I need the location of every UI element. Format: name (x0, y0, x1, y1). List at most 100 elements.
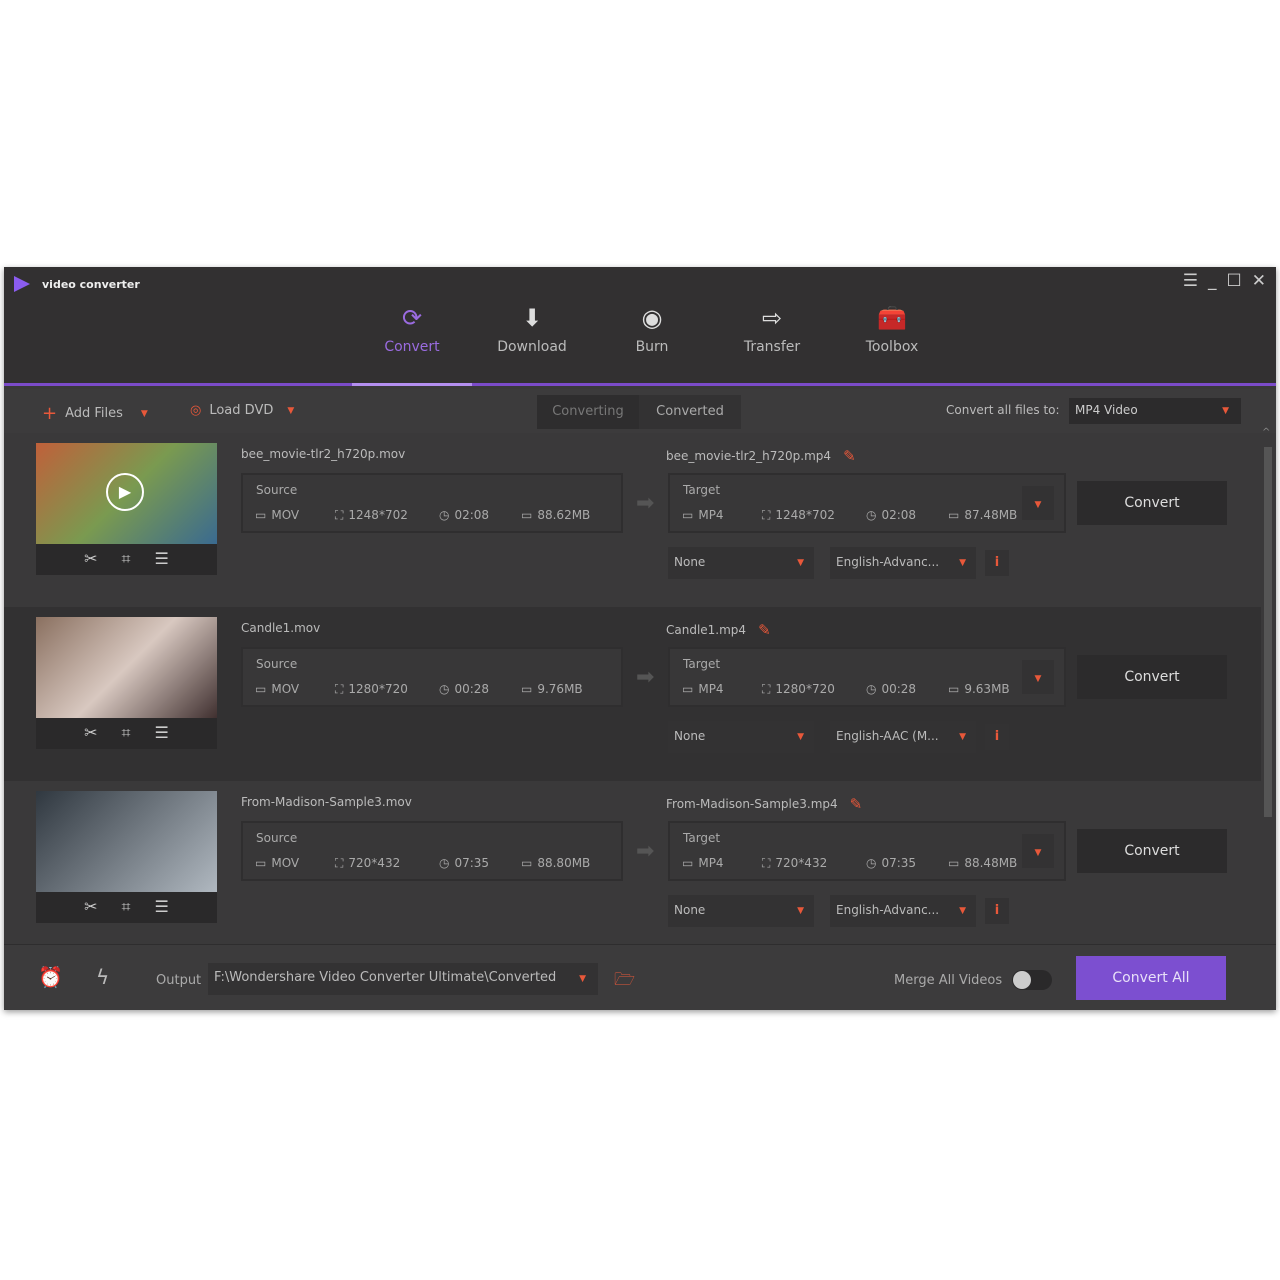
target-format: ▭ MP4 (682, 682, 762, 697)
convert-button[interactable]: Convert (1077, 829, 1227, 873)
chevron-down-icon: ▼ (797, 906, 804, 916)
crop-icon[interactable]: ⌗ (122, 549, 131, 569)
source-duration-value: 02:08 (454, 508, 490, 522)
toggle-knob (1013, 971, 1031, 989)
clock-icon: ◷ (439, 856, 450, 870)
close-button[interactable]: ✕ (1252, 271, 1266, 291)
source-size: ▭ 88.62MB (521, 508, 611, 523)
edit-name-icon[interactable]: ✎ (758, 621, 771, 639)
nav-label: Download (497, 339, 567, 355)
edit-name-icon[interactable]: ✎ (843, 447, 856, 465)
trim-icon[interactable]: ✂ (84, 549, 97, 569)
info-button[interactable]: i (985, 550, 1009, 576)
effects-icon[interactable]: ☰ (155, 897, 169, 917)
source-label: Source (256, 831, 298, 845)
load-dvd-button[interactable]: ◎ Load DVD ▼ (190, 403, 294, 418)
maximize-button[interactable]: ☐ (1227, 271, 1242, 291)
source-duration: ◷ 02:08 (439, 508, 521, 523)
target-duration-value: 00:28 (881, 682, 917, 696)
crop-icon[interactable]: ⌗ (122, 723, 131, 743)
edit-tools: ✂ ⌗ ☰ (36, 718, 217, 743)
video-thumbnail[interactable]: ▶ ✂ ⌗ ☰ (36, 443, 217, 575)
effects-icon[interactable]: ☰ (155, 723, 169, 743)
nav-toolbox[interactable]: 🧰 Toolbox (832, 297, 952, 383)
output-path-select[interactable]: F:\Wondershare Video Converter Ultimate\… (208, 963, 598, 995)
clock-icon: ◷ (866, 682, 877, 696)
target-format-dropdown[interactable]: ▼ (1022, 486, 1054, 520)
chevron-down-icon: ▼ (959, 906, 966, 916)
source-size: ▭ 9.76MB (521, 682, 611, 697)
format-value: MP4 Video (1075, 403, 1138, 417)
minimize-button[interactable]: _ (1208, 271, 1217, 291)
file-row: ▶ ✂ ⌗ ☰ bee_movie-tlr2_h720p.mov bee_movie-tl… (4, 433, 1261, 607)
nav-label: Convert (384, 339, 440, 355)
scrollbar[interactable]: ^ (1262, 427, 1272, 943)
nav-download[interactable]: ⬇ Download (472, 297, 592, 383)
target-filename-row: Candle1.mp4 ✎ (666, 621, 771, 639)
chevron-down-icon: ▼ (1034, 674, 1042, 684)
trim-icon[interactable]: ✂ (84, 897, 97, 917)
scroll-up-icon[interactable]: ^ (1262, 427, 1270, 438)
convert-all-button[interactable]: Convert All (1076, 956, 1226, 1000)
target-filename: From-Madison-Sample3.mp4 (666, 797, 838, 811)
film-icon: ▭ (682, 508, 694, 522)
convert-button[interactable]: Convert (1077, 655, 1227, 699)
output-format-select[interactable]: MP4 Video ▼ (1069, 398, 1241, 424)
tab-converting[interactable]: Converting (537, 395, 639, 429)
chevron-down-icon: ▼ (959, 732, 966, 742)
clock-icon: ◷ (866, 856, 877, 870)
crop-icon[interactable]: ⌗ (122, 897, 131, 917)
source-format-value: MOV (271, 508, 300, 522)
audio-select[interactable]: English-Advanc... ▼ (830, 547, 976, 579)
film-icon: ▭ (255, 682, 267, 696)
arrow-right-icon: ➡ (636, 491, 655, 516)
thumbnail-image[interactable]: ▶ (36, 443, 217, 544)
info-button[interactable]: i (985, 724, 1009, 750)
target-format-dropdown[interactable]: ▼ (1022, 834, 1054, 868)
thumbnail-image[interactable] (36, 617, 217, 718)
play-icon[interactable]: ▶ (106, 473, 144, 511)
subtitle-select[interactable]: None ▼ (668, 547, 814, 579)
chevron-down-icon: ▼ (959, 558, 966, 568)
edit-tools: ✂ ⌗ ☰ (36, 892, 217, 917)
alarm-clock-icon[interactable]: ⏰ (38, 965, 63, 989)
video-thumbnail[interactable]: ✂ ⌗ ☰ (36, 617, 217, 749)
scrollbar-thumb[interactable] (1264, 447, 1272, 817)
source-duration-value: 00:28 (454, 682, 490, 696)
merge-toggle[interactable] (1012, 970, 1052, 990)
lightning-icon[interactable]: ϟ (96, 965, 109, 989)
effects-icon[interactable]: ☰ (155, 549, 169, 569)
folder-icon: ▭ (521, 682, 533, 696)
source-duration-value: 07:35 (454, 856, 490, 870)
target-label: Target (683, 831, 721, 845)
source-format-value: MOV (271, 682, 300, 696)
nav-burn[interactable]: ◉ Burn (592, 297, 712, 383)
nav-convert[interactable]: ⟳ Convert (352, 297, 472, 386)
convert-button[interactable]: Convert (1077, 481, 1227, 525)
chevron-down-icon[interactable]: ▼ (287, 406, 294, 416)
target-format-dropdown[interactable]: ▼ (1022, 660, 1054, 694)
audio-select[interactable]: English-AAC (M... ▼ (830, 721, 976, 753)
tab-converted[interactable]: Converted (639, 395, 741, 429)
source-filename: Candle1.mov (241, 621, 321, 635)
arrow-right-icon: ➡ (636, 839, 655, 864)
subtitle-select[interactable]: None ▼ (668, 895, 814, 927)
add-files-button[interactable]: + Add Files ▼ (42, 403, 148, 424)
thumbnail-image[interactable] (36, 791, 217, 892)
footer: ⏰ ϟ Output F:\Wondershare Video Converte… (4, 944, 1276, 1010)
audio-select[interactable]: English-Advanc... ▼ (830, 895, 976, 927)
edit-name-icon[interactable]: ✎ (850, 795, 863, 813)
folder-open-icon[interactable]: 🗁 (614, 967, 635, 996)
subtitle-select[interactable]: None ▼ (668, 721, 814, 753)
resolution-icon: ⛶ (762, 856, 771, 870)
menu-button[interactable]: ☰ (1183, 271, 1198, 291)
target-duration: ◷ 00:28 (866, 682, 948, 697)
source-meta: ▭ MOV ⛶ 1248*702 ◷ 02:08 ▭ 88.62MB (255, 508, 611, 523)
nav-label: Burn (635, 339, 669, 355)
trim-icon[interactable]: ✂ (84, 723, 97, 743)
chevron-down-icon[interactable]: ▼ (141, 409, 148, 419)
nav-transfer[interactable]: ⇨ Transfer (712, 297, 832, 383)
video-thumbnail[interactable]: ✂ ⌗ ☰ (36, 791, 217, 923)
info-button[interactable]: i (985, 898, 1009, 924)
folder-icon: ▭ (521, 856, 533, 870)
